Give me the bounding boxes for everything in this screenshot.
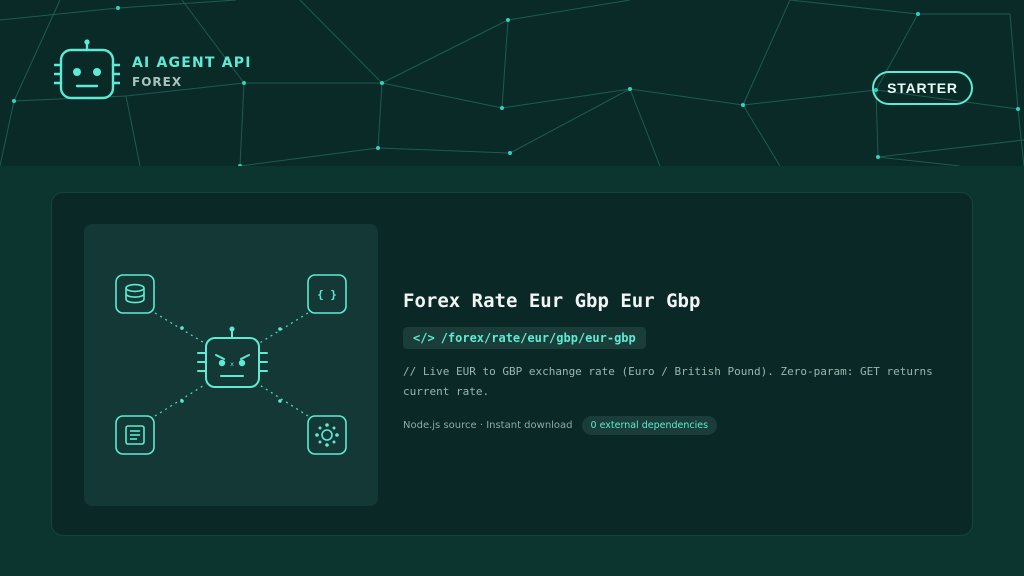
endpoint-title: Forex Rate Eur Gbp Eur Gbp (403, 290, 701, 312)
document-icon (115, 415, 155, 455)
endpoint-meta: Node.js source · Instant download 0 exte… (403, 416, 963, 435)
brand[interactable]: AI AGENT API FOREX (52, 38, 252, 106)
brand-subtitle: FOREX (132, 75, 183, 89)
svg-text:x: x (230, 361, 234, 368)
endpoint-description: // Live EUR to GBP exchange rate (Euro /… (403, 365, 933, 398)
endpoint-illustration: { } x (84, 224, 378, 506)
starter-button[interactable]: STARTER (872, 71, 973, 105)
code-braces-icon: { } (307, 274, 347, 314)
endpoint-card: { } x Forex Rate Eur Gbp Eur Gbp </> /fo… (51, 192, 973, 536)
brand-title: AI AGENT API (132, 55, 252, 71)
endpoint-path-text: /forex/rate/eur/gbp/eur-gbp (440, 331, 636, 345)
source-info: Node.js source · Instant download (403, 420, 573, 431)
endpoint-path[interactable]: </> /forex/rate/eur/gbp/eur-gbp (403, 327, 646, 349)
dependencies-badge: 0 external dependencies (581, 416, 718, 435)
robot-icon (52, 38, 122, 106)
robot-icon: x (197, 326, 268, 388)
endpoint-info: Forex Rate Eur Gbp Eur Gbp </> /forex/ra… (403, 290, 963, 435)
hero-banner: AI AGENT API FOREX STARTER (0, 0, 1024, 166)
network-hub-icon (307, 415, 347, 455)
database-icon (115, 274, 155, 314)
svg-text:{ }: { } (317, 288, 337, 301)
code-icon: </> (413, 331, 435, 345)
